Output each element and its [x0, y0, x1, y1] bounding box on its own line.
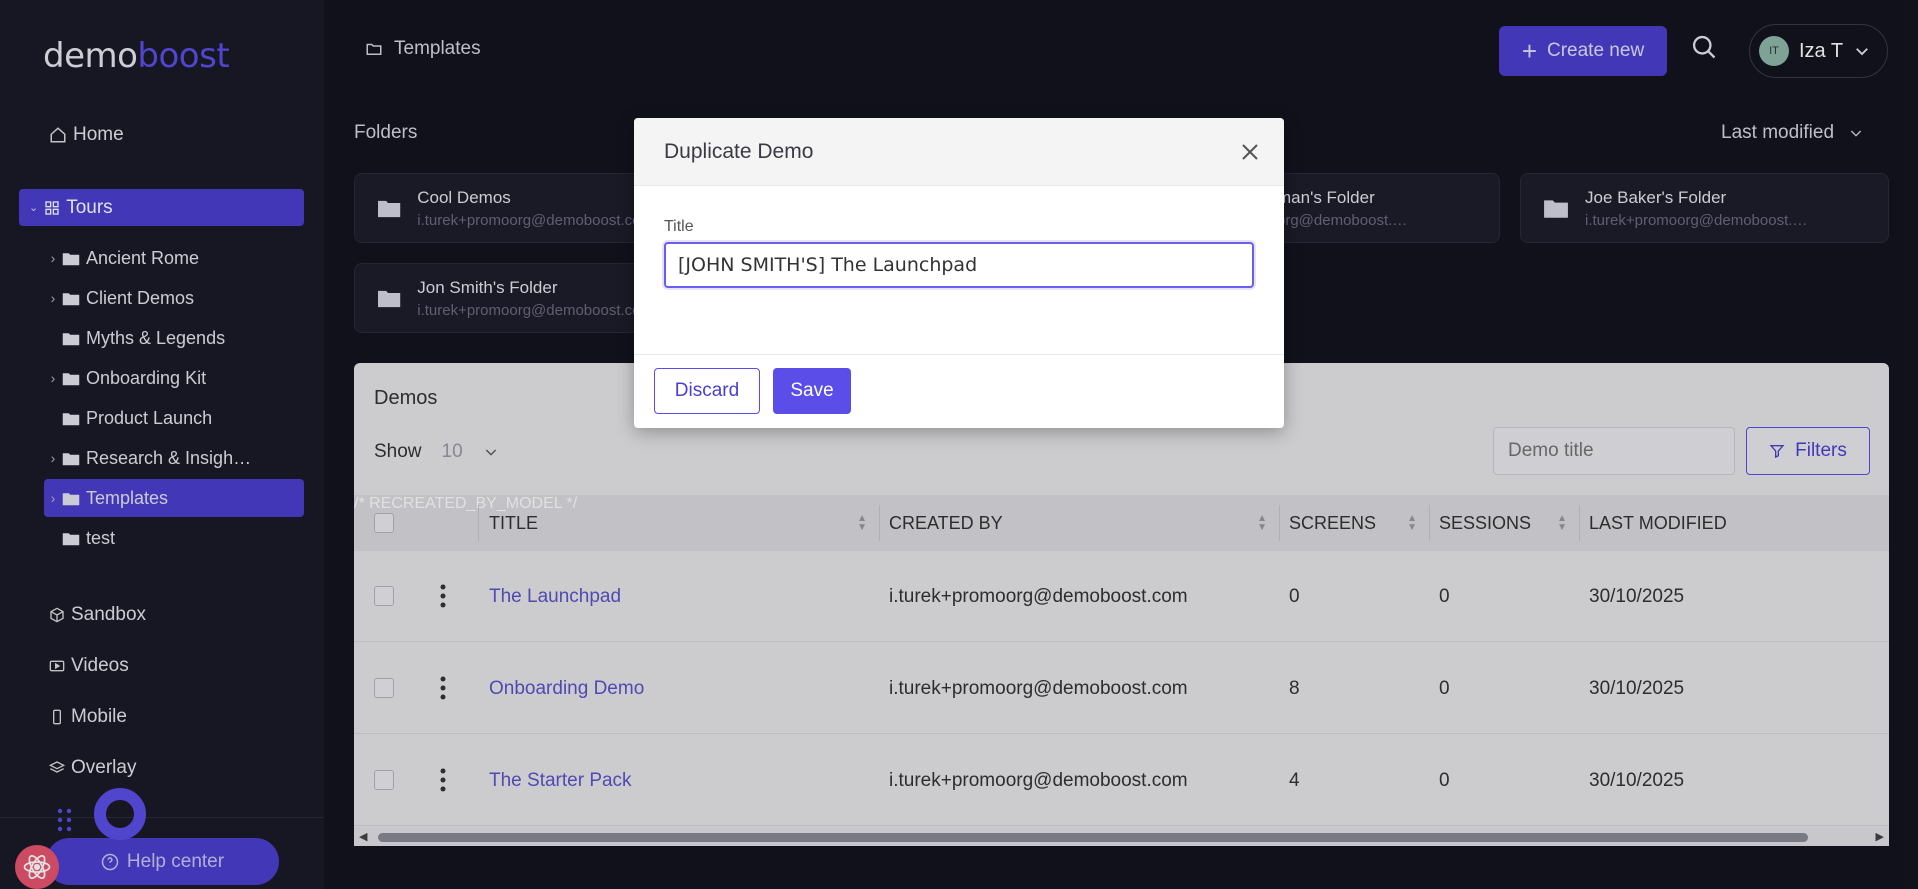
close-icon[interactable] — [1238, 140, 1262, 164]
title-input[interactable] — [664, 242, 1254, 288]
title-field-label: Title — [664, 218, 694, 235]
duplicate-demo-modal: Duplicate Demo Title Discard Save — [634, 118, 1284, 428]
modal-title: Duplicate Demo — [634, 118, 1284, 186]
modal-footer-divider — [634, 354, 1284, 355]
discard-button[interactable]: Discard — [654, 368, 760, 414]
save-button[interactable]: Save — [773, 368, 851, 414]
